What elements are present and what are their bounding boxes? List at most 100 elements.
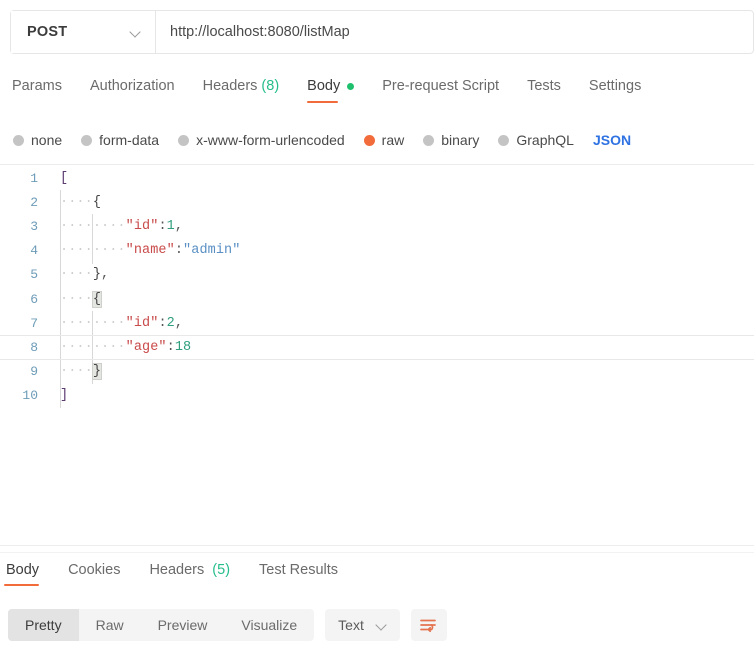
request-url-input[interactable] — [156, 11, 753, 53]
editor-line: 3 ········"id":1, — [0, 214, 754, 238]
line-number: 2 — [30, 194, 38, 210]
response-tab-headers-label: Headers — [149, 562, 205, 578]
response-view-mode-group: Pretty Raw Preview Visualize — [8, 609, 315, 641]
body-type-urlencoded[interactable]: x-www-form-urlencoded — [178, 132, 345, 148]
word-wrap-button[interactable] — [410, 609, 447, 641]
matching-brace-highlight: } — [91, 363, 103, 381]
line-content: ········"id":1, — [60, 218, 184, 234]
http-method-select[interactable]: POST — [11, 11, 156, 53]
line-number: 1 — [30, 170, 38, 186]
tab-headers-count: (8) — [261, 78, 280, 94]
request-url-bar: POST — [10, 10, 754, 54]
body-type-form-data[interactable]: form-data — [81, 132, 159, 148]
line-number: 8 — [30, 339, 38, 355]
matching-brace-highlight: { — [91, 290, 103, 308]
response-tab-body-label: Body — [6, 562, 40, 578]
response-tab-headers-count: (5) — [212, 562, 231, 578]
green-dot-icon — [347, 82, 355, 90]
radio-selected-icon — [363, 134, 375, 146]
body-type-graphql[interactable]: GraphQL — [498, 132, 574, 148]
tab-authorization[interactable]: Authorization — [90, 78, 175, 103]
body-type-form-data-label: form-data — [99, 132, 160, 148]
editor-line: 7 ········"id":2, — [0, 311, 754, 335]
body-type-graphql-label: GraphQL — [516, 132, 574, 148]
view-mode-raw[interactable]: Raw — [79, 609, 141, 641]
word-wrap-icon — [420, 619, 437, 632]
editor-line: 6 ····{ — [0, 287, 754, 311]
divider-response-top — [0, 552, 754, 553]
view-mode-visualize[interactable]: Visualize — [224, 609, 314, 641]
line-content: ········"name":"admin" — [60, 243, 241, 259]
tab-pre-request-script[interactable]: Pre-request Script — [382, 78, 499, 103]
response-toolbar: Pretty Raw Preview Visualize Text — [8, 609, 447, 641]
editor-line: 4 ········"name":"admin" — [0, 239, 754, 263]
view-mode-preview[interactable]: Preview — [141, 609, 225, 641]
raw-format-select[interactable]: JSON — [593, 132, 631, 148]
line-number: 5 — [30, 267, 38, 283]
body-type-radio-group: none form-data x-www-form-urlencoded raw… — [13, 128, 631, 152]
tab-settings[interactable]: Settings — [589, 78, 641, 103]
line-number: 10 — [22, 388, 38, 404]
tab-headers-label: Headers — [202, 78, 258, 94]
radio-icon — [178, 134, 190, 146]
line-number: 9 — [30, 364, 38, 380]
response-tab-headers[interactable]: Headers (5) — [147, 562, 232, 586]
editor-line: 9 ····} — [0, 360, 754, 384]
body-type-urlencoded-label: x-www-form-urlencoded — [196, 132, 345, 148]
response-tab-body[interactable]: Body — [4, 562, 41, 586]
editor-line: 5 ····}, — [0, 263, 754, 287]
line-content: ····{ — [60, 194, 102, 210]
line-number: 4 — [30, 243, 38, 259]
body-type-raw-label: raw — [381, 132, 405, 148]
divider-below-editor — [0, 545, 754, 546]
editor-line: 1 [ — [0, 166, 754, 190]
tab-authorization-label: Authorization — [89, 78, 175, 94]
tab-params-label: Params — [12, 78, 62, 94]
tab-tests[interactable]: Tests — [527, 78, 561, 103]
tab-params[interactable]: Params — [12, 78, 62, 103]
editor-line: 10 ] — [0, 384, 754, 408]
response-tab-bar: Body Cookies Headers (5) Test Results — [4, 562, 365, 590]
editor-line: 2 ····{ — [0, 190, 754, 214]
radio-icon — [423, 134, 435, 146]
tab-pre-request-script-label: Pre-request Script — [382, 78, 500, 94]
line-content: ········"id":2, — [60, 315, 184, 331]
chevron-down-icon — [130, 27, 141, 38]
request-tab-bar: Params Authorization Headers (8) Body Pr… — [12, 78, 669, 110]
response-tab-cookies-label: Cookies — [68, 562, 121, 578]
radio-icon — [498, 134, 510, 146]
radio-icon — [81, 134, 93, 146]
chevron-down-icon — [376, 620, 387, 631]
response-tab-cookies[interactable]: Cookies — [66, 562, 122, 586]
line-number: 7 — [30, 315, 38, 331]
line-number: 6 — [30, 291, 38, 307]
tab-tests-label: Tests — [527, 78, 561, 94]
tab-body-label: Body — [307, 78, 341, 94]
line-content: ····{ — [60, 290, 103, 308]
body-type-binary-label: binary — [441, 132, 480, 148]
line-content: ····} — [60, 363, 103, 381]
response-format-label: Text — [338, 617, 364, 633]
request-body-editor[interactable]: 1 [ 2 ····{ 3 ········"id":1, 4 ········… — [0, 166, 754, 544]
line-content: ] — [60, 388, 69, 404]
raw-format-label: JSON — [592, 132, 632, 148]
line-content: ········"age":18 — [60, 339, 192, 355]
response-tab-test-results[interactable]: Test Results — [257, 562, 340, 586]
response-tab-test-results-label: Test Results — [259, 562, 339, 578]
body-type-none-label: none — [31, 132, 63, 148]
divider-above-editor — [0, 164, 754, 165]
tab-headers[interactable]: Headers (8) — [203, 78, 280, 103]
editor-line-active: 8 ········"age":18 — [0, 335, 754, 360]
response-format-select[interactable]: Text — [325, 609, 400, 641]
body-type-binary[interactable]: binary — [423, 132, 479, 148]
radio-icon — [13, 134, 24, 146]
line-content: ····}, — [60, 267, 110, 283]
tab-body[interactable]: Body — [307, 78, 355, 103]
line-number: 3 — [30, 218, 38, 234]
view-mode-pretty[interactable]: Pretty — [8, 609, 79, 641]
http-method-label: POST — [27, 24, 68, 40]
body-type-none[interactable]: none — [13, 132, 62, 148]
tab-settings-label: Settings — [588, 78, 642, 94]
postman-request-window: POST Params Authorization Headers (8) Bo… — [0, 0, 754, 649]
body-type-raw[interactable]: raw — [363, 132, 405, 148]
